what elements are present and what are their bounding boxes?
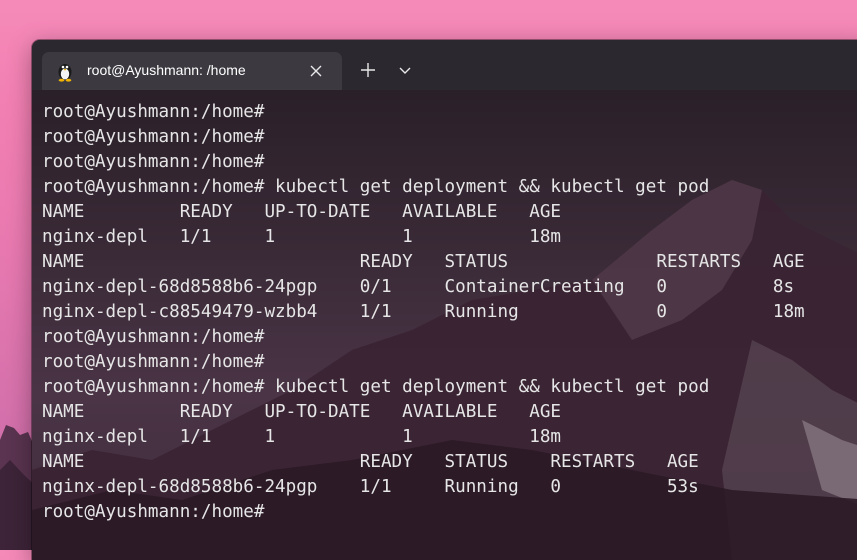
tab-title: root@Ayushmann: /home — [87, 62, 246, 78]
terminal-line: nginx-depl 1/1 1 1 18m — [42, 427, 562, 447]
terminal-line: root@Ayushmann:/home# kubectl get deploy… — [42, 177, 710, 197]
terminal-line: nginx-depl 1/1 1 1 18m — [42, 227, 562, 247]
terminal-pane[interactable]: root@Ayushmann:/home# root@Ayushmann:/hom… — [32, 90, 857, 560]
terminal-line: root@Ayushmann:/home# — [42, 102, 265, 122]
terminal-line: root@Ayushmann:/home# — [42, 327, 265, 347]
terminal-line: root@Ayushmann:/home# — [42, 152, 265, 172]
chevron-down-icon[interactable] — [396, 62, 414, 78]
terminal-output: root@Ayushmann:/home# root@Ayushmann:/hom… — [42, 100, 857, 525]
title-bar: root@Ayushmann: /home — [32, 40, 857, 90]
terminal-line: root@Ayushmann:/home# — [42, 502, 265, 522]
plus-icon[interactable] — [358, 60, 378, 80]
terminal-line: root@Ayushmann:/home# — [42, 127, 265, 147]
terminal-line: NAME READY UP-TO-DATE AVAILABLE AGE — [42, 202, 562, 222]
terminal-line: nginx-depl-68d8588b6-24pgp 0/1 Container… — [42, 277, 795, 297]
tux-penguin-icon — [58, 64, 72, 82]
terminal-line: NAME READY STATUS RESTARTS AGE — [42, 252, 805, 272]
terminal-line: root@Ayushmann:/home# — [42, 352, 265, 372]
terminal-line: nginx-depl-c88549479-wzbb4 1/1 Running 0… — [42, 302, 805, 322]
terminal-line: NAME READY UP-TO-DATE AVAILABLE AGE — [42, 402, 562, 422]
terminal-line: root@Ayushmann:/home# kubectl get deploy… — [42, 377, 710, 397]
tab-active[interactable]: root@Ayushmann: /home — [42, 52, 342, 90]
terminal-window: root@Ayushmann: /home root@Ayushmann:/ho… — [32, 40, 857, 560]
terminal-line: nginx-depl-68d8588b6-24pgp 1/1 Running 0… — [42, 477, 699, 497]
close-icon[interactable] — [306, 61, 326, 81]
terminal-line: NAME READY STATUS RESTARTS AGE — [42, 452, 699, 472]
